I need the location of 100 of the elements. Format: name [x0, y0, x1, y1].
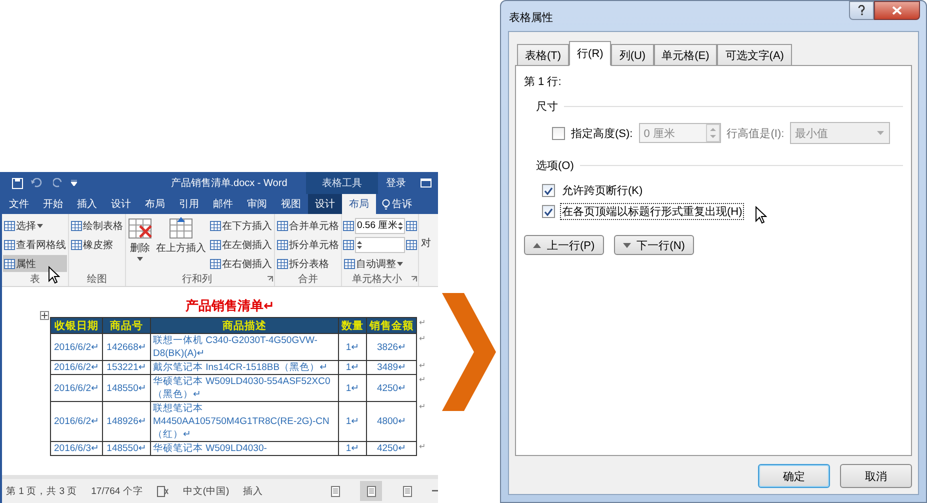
table-cell: 联想笔记本 M4450AA105750M4G1TR8C(RE-2G)-CN（红）↵	[150, 402, 338, 442]
caret-icon	[37, 224, 43, 228]
table-cell: 4250↵	[366, 374, 416, 402]
ribbon-tab[interactable]: 开始	[36, 194, 70, 214]
ribbon-display-icon[interactable]	[420, 178, 432, 188]
ribbon-button[interactable]: 查看网格线	[3, 236, 67, 253]
close-button[interactable]	[874, 1, 920, 20]
tell-me-field[interactable]: 告诉	[376, 194, 412, 214]
group-label: 绘图	[87, 273, 107, 286]
mouse-pointer-icon	[48, 266, 60, 284]
spinner-icon	[706, 124, 720, 142]
table-icon	[71, 220, 82, 230]
dialog-button[interactable]: 取消	[840, 464, 912, 488]
page-view-icon	[366, 486, 376, 496]
table-cell: 1↵	[338, 374, 366, 402]
dialog-tab[interactable]: 表格(T)	[517, 44, 570, 65]
table-icon	[169, 217, 193, 239]
ribbon-button[interactable]: 绘制表格	[70, 217, 124, 234]
ribbon-button[interactable]: 在右侧插入	[209, 255, 273, 272]
ribbon-button[interactable]: 在下方插入	[209, 217, 273, 234]
table-cell: 3489↵	[366, 360, 416, 374]
checkbox-label[interactable]: 允许跨页断行(K)	[561, 183, 644, 198]
ribbon-button[interactable]: 橡皮擦	[70, 236, 124, 253]
save-icon[interactable]	[12, 178, 23, 188]
ribbon-button[interactable]: 拆分表格	[276, 255, 340, 272]
table-icon	[210, 240, 221, 250]
table-move-handle-icon[interactable]	[40, 311, 49, 320]
table-icon	[277, 220, 288, 230]
dialog-tab[interactable]: 单元格(E)	[654, 44, 718, 65]
ribbon-button[interactable]: 对	[419, 236, 431, 286]
customize-icon[interactable]	[71, 180, 77, 186]
row-end-mark: ↵	[416, 402, 426, 442]
checkbox[interactable]	[542, 184, 555, 197]
dropdown-icon	[877, 131, 884, 135]
checkbox[interactable]	[552, 126, 565, 140]
dialog-tab[interactable]: 行(R)	[569, 41, 612, 66]
spinner-icon	[398, 220, 403, 230]
word-count[interactable]: 17/764 个字	[91, 484, 143, 498]
help-button[interactable]	[849, 1, 874, 20]
size-field[interactable]: 0.56 厘米	[355, 218, 405, 234]
table-cell: 4250↵	[366, 442, 416, 456]
table-icon	[344, 258, 355, 268]
ribbon-button[interactable]: 选择	[3, 217, 67, 234]
table-cell: 1↵	[338, 360, 366, 374]
checkbox[interactable]	[542, 205, 555, 218]
table-cell: 142668↵	[102, 334, 150, 360]
column-header: 商品号	[102, 318, 150, 334]
document-title: 产品销售清单↵	[184, 297, 276, 315]
table-cell: 1↵	[338, 442, 366, 456]
nav-button[interactable]: 下一行(N)	[614, 235, 694, 255]
table-cell: 2016/6/2↵	[50, 334, 102, 360]
dialog-button[interactable]: 确定	[758, 464, 830, 488]
ribbon-tab[interactable]: 布局	[342, 194, 376, 214]
ribbon-button[interactable]: 属性	[3, 255, 67, 272]
column-header: 销售金额	[366, 318, 416, 334]
table-cell: 153221↵	[102, 360, 150, 374]
insert-mode[interactable]: 插入	[243, 484, 264, 498]
ribbon-tab[interactable]: 邮件	[206, 194, 240, 214]
language-status[interactable]: 中文(中国)	[182, 484, 230, 498]
nav-button[interactable]: 上一行(P)	[524, 235, 604, 255]
ribbon-button[interactable]: 合并单元格	[276, 217, 340, 234]
dialog-tab[interactable]: 列(U)	[611, 44, 654, 65]
context-label: 表格工具	[306, 172, 378, 194]
column-header: 商品描述	[150, 318, 338, 334]
table-cell: 华硕笔记本 W509LD4030-	[150, 442, 338, 456]
table-cell: 148926↵	[102, 402, 150, 442]
ribbon-tab[interactable]: 视图	[274, 194, 308, 214]
dialog-title: 表格属性	[509, 11, 553, 25]
ribbon-tab[interactable]: 布局	[138, 194, 172, 214]
ribbon-button[interactable]: 自动调整	[343, 255, 417, 272]
ribbon-tab[interactable]: 引用	[172, 194, 206, 214]
proofing-icon[interactable]	[156, 486, 169, 496]
page-count[interactable]: 第 1 页，共 3 页	[6, 484, 78, 498]
table-cell: 1↵	[338, 402, 366, 442]
ribbon-button[interactable]: 在上方插入	[155, 217, 207, 255]
spinner-icon	[357, 240, 362, 250]
redo-icon[interactable]	[53, 178, 63, 188]
ribbon-tab[interactable]: 文件	[2, 194, 36, 214]
ribbon-tab[interactable]: 设计	[104, 194, 138, 214]
dialog-launcher-icon[interactable]	[267, 276, 273, 282]
ribbon-tab[interactable]: 设计	[308, 194, 342, 214]
row-end-mark: ↵	[416, 318, 426, 334]
size-field[interactable]	[355, 236, 405, 252]
caret-icon	[397, 262, 403, 266]
ribbon-button[interactable]: 拆分单元格	[276, 236, 340, 253]
table-cell: 华硕笔记本 W509LD4030-554ASF52XC0（黑色）↵	[150, 374, 338, 402]
ribbon-tab[interactable]: 插入	[70, 194, 104, 214]
ribbon-button[interactable]: 删除	[127, 217, 153, 261]
dialog-tab[interactable]: 可选文字(A)	[717, 44, 792, 65]
ribbon-button[interactable]: 在左侧插入	[209, 236, 273, 253]
table-icon	[277, 258, 288, 268]
mouse-pointer-icon	[755, 206, 767, 224]
sign-in-link[interactable]: 登录	[378, 176, 414, 190]
column-header: 数量	[338, 318, 366, 334]
help-icon	[858, 5, 865, 16]
ribbon-tab[interactable]: 审阅	[240, 194, 274, 214]
view-button[interactable]	[360, 481, 382, 501]
checkbox-label[interactable]: 指定高度(S):	[571, 126, 633, 140]
dialog-launcher-icon[interactable]	[411, 276, 417, 282]
checkbox-label[interactable]: 在各页顶端以标题行形式重复出现(H)	[561, 204, 744, 219]
